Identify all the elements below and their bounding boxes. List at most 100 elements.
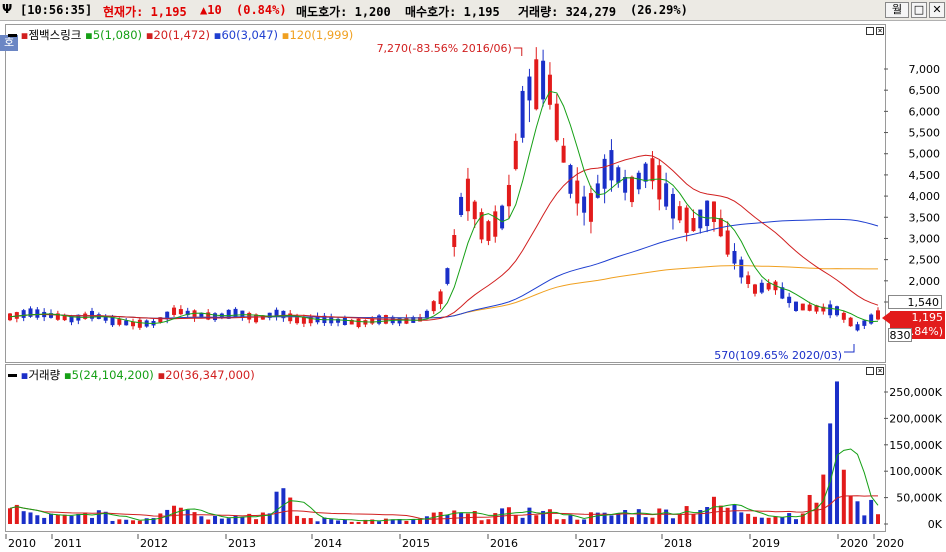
candle-body — [711, 201, 716, 222]
candle-body — [295, 317, 300, 324]
period-button[interactable]: 월 — [885, 2, 909, 18]
volume-bar — [766, 517, 771, 524]
ask-price: 매도호가: 1,200 — [296, 5, 391, 19]
price-tick-label: 6,000 — [909, 105, 941, 118]
candle-body — [520, 90, 525, 138]
volume-bar — [404, 520, 409, 524]
volume-bar — [752, 516, 757, 524]
volume-bar — [274, 491, 279, 524]
candle-body — [705, 200, 710, 227]
volume-bar — [315, 521, 320, 524]
candle-body — [288, 313, 293, 322]
price-chart-panel: 호 ▪젬백스링크 ▪5(1,080) ▪20(1,472) ▪60(3,047)… — [0, 22, 946, 364]
volume-bar — [308, 518, 313, 524]
close-icon[interactable]: ✕ — [929, 2, 945, 18]
price-tick-label: 6,500 — [909, 84, 941, 97]
volume-bar — [725, 507, 730, 524]
volume-bar — [110, 520, 115, 524]
volume-bar — [677, 514, 682, 524]
current-price-marker: 1,195 — [890, 311, 945, 325]
candle-body — [534, 59, 539, 110]
candle-body — [793, 301, 798, 311]
volume-bar — [691, 514, 696, 524]
volume-bar — [609, 515, 614, 524]
candle-body — [787, 296, 792, 304]
candle-body — [629, 176, 634, 203]
price-tick-label: 2,000 — [909, 275, 941, 288]
candle-body — [431, 301, 436, 312]
candle-body — [541, 60, 546, 100]
volume-bar — [240, 517, 245, 524]
candle-body — [602, 158, 607, 189]
high-annotation: 7,270(-83.56% 2016/06) — [377, 42, 512, 55]
volume-bar — [821, 474, 826, 524]
candle-body — [657, 165, 662, 200]
candle-body — [766, 283, 771, 290]
candle-body — [342, 317, 347, 326]
candle-body — [465, 178, 470, 212]
volume-chart: 250,000K 200,000K 150,000K 100,000K 50,000K 0… — [8, 381, 943, 531]
candle-body — [664, 183, 669, 207]
candle-body — [424, 310, 429, 319]
window-restore-icon[interactable]: □ — [911, 2, 927, 18]
x-tick-label: 2014 — [314, 537, 342, 550]
volume-bar — [547, 509, 552, 524]
volume-bar — [862, 515, 867, 524]
volume-bar — [21, 511, 26, 524]
volume-bar — [199, 516, 204, 524]
x-tick-label: 2010 — [8, 537, 36, 550]
volume-bar — [732, 504, 737, 524]
volume-bar — [62, 514, 67, 524]
candle-body — [862, 320, 867, 326]
volume-bar — [568, 515, 573, 524]
candle-body — [650, 158, 655, 182]
volume-bar — [664, 509, 669, 524]
pin-icon[interactable]: Ψ — [2, 2, 12, 16]
volume-bar — [834, 381, 839, 524]
volume-bar — [260, 512, 265, 524]
volume-bar — [848, 495, 853, 524]
price-tick-label: 4,000 — [909, 190, 941, 203]
volume-bar — [486, 519, 491, 524]
volume-bar — [814, 502, 819, 524]
candle-body — [876, 310, 880, 320]
volume-bar — [206, 519, 211, 524]
volume-bar — [329, 519, 334, 524]
x-axis: 2010 2011 2012 2013 2014 2015 2016 2017 2018 2019… — [5, 534, 904, 550]
quote-toolbar: Ψ [10:56:35] 현재가: 1,195 ▲10 (0.84%) 매도호가… — [0, 0, 946, 21]
volume-bar — [561, 519, 566, 524]
volume-bar — [479, 520, 484, 524]
candle-body — [691, 218, 696, 232]
volume-tick-label: 0K — [928, 518, 943, 531]
price-tick-label: 5,500 — [909, 127, 941, 140]
candle-body — [670, 193, 675, 219]
volume-bar — [780, 517, 785, 524]
x-tick-label: 2016 — [490, 537, 518, 550]
candle-body — [800, 303, 805, 311]
volume-bar — [636, 509, 641, 524]
candle-body — [506, 184, 511, 207]
candle-body — [493, 211, 498, 237]
candle-body — [677, 206, 682, 221]
volume-tick-label: 50,000K — [896, 492, 942, 505]
volume-tick-label: 100,000K — [889, 465, 942, 478]
candle-body — [137, 319, 142, 328]
volume-bar — [629, 517, 634, 524]
candle-body — [547, 74, 552, 105]
candle-body — [616, 167, 621, 183]
volume-bar — [718, 505, 723, 524]
volume-bar — [807, 494, 812, 524]
volume-bar — [424, 516, 429, 524]
candle-body — [643, 163, 648, 182]
volume-bar — [650, 517, 655, 524]
current-price-arrow-icon — [882, 312, 890, 324]
volume-bar — [301, 518, 306, 524]
volume-bar — [336, 520, 341, 524]
volume-bar — [219, 518, 224, 524]
candle-body — [513, 140, 518, 170]
bid-price: 매수호가: 1,195 — [405, 5, 500, 19]
candle-body — [869, 314, 874, 324]
max-marker: 1,540 — [888, 295, 942, 309]
volume-tick-label: 250,000K — [889, 386, 942, 399]
volume-bar — [226, 518, 231, 524]
